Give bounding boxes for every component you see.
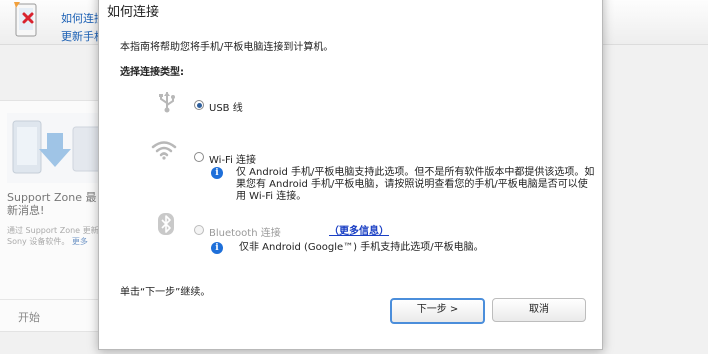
phone-disconnected-icon (6, 2, 46, 38)
support-zone-panel: Support Zone 最新消息! 通过 Support Zone 更新 So… (0, 100, 104, 332)
wifi-label[interactable]: Wi-Fi 连接 (209, 151, 256, 166)
bluetooth-radio[interactable] (194, 225, 204, 235)
section-heading: 选择连接类型: (120, 67, 184, 78)
more-info-link[interactable]: （更多信息） (329, 222, 389, 237)
dialog-title: 如何连接 (107, 5, 160, 20)
usb-icon (157, 91, 177, 113)
panel-title: Support Zone 最新消息! (7, 191, 97, 217)
bluetooth-label[interactable]: Bluetooth 连接 (209, 224, 281, 239)
start-button[interactable]: 开始 (0, 299, 100, 332)
wifi-info-text: 仅 Android 手机/平板电脑支持此选项。但不是所有软件版本中都提供该选项。… (236, 167, 595, 202)
wifi-icon (151, 140, 177, 160)
bluetooth-icon (158, 213, 174, 235)
connect-dialog: 如何连接 本指南将帮助您将手机/平板电脑连接到计算机。 选择连接类型: USB … (98, 0, 603, 350)
info-icon: i (211, 167, 223, 179)
bluetooth-info-text: 仅非 Android (Google™) 手机支持此选项/平板电脑。 (239, 242, 484, 253)
intro-text: 本指南将帮助您将手机/平板电脑连接到计算机。 (120, 42, 334, 53)
next-button[interactable]: 下一步 > (390, 298, 485, 324)
info-icon: i (211, 242, 223, 254)
panel-description: 通过 Support Zone 更新 Sony 设备软件。 更多 (7, 226, 99, 246)
device-update-illustration (7, 113, 104, 183)
usb-radio[interactable] (194, 100, 204, 110)
wifi-radio[interactable] (194, 152, 204, 162)
usb-label[interactable]: USB 线 (209, 99, 243, 114)
cancel-button[interactable]: 取消 (492, 298, 586, 322)
footer-text: 单击“下一步”继续。 (120, 287, 211, 298)
panel-more-link[interactable]: 更多 (72, 237, 88, 246)
